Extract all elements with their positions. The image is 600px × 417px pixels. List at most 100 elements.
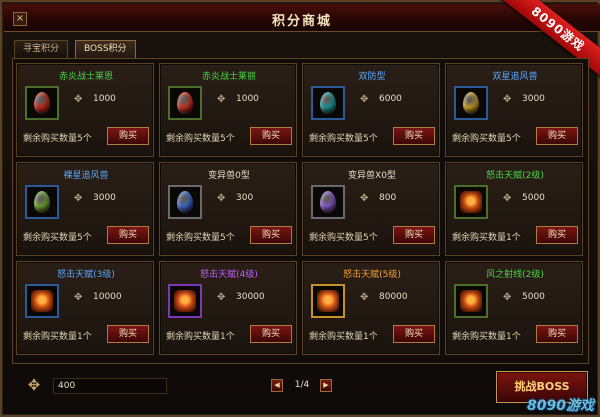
points-balance: 400 [53,378,167,394]
teal-egg-icon [320,92,336,114]
item-card: 裸星追风兽 ✥ 3000 剩余购买数量5个 购买 [16,162,154,256]
point-emblem-icon: ✥ [360,94,369,105]
item-card: 赤炎战士莱恩 ✥ 1000 剩余购买数量5个 购买 [16,63,154,157]
remaining-quantity: 剩余购买数量5个 [309,233,378,243]
blue-egg-icon [177,191,193,213]
tab-boss-points[interactable]: BOSS积分 [75,40,136,58]
green-egg-icon [34,191,50,213]
page-indicator: 1/4 [294,380,310,390]
item-name: 赤炎战士莱恩 [58,72,113,82]
item-name: 风之射线(2级) [486,270,544,280]
buy-button[interactable]: 购买 [536,226,578,244]
item-card: 怒击天赋(5级) ✥ 80000 剩余购买数量1个 购买 [302,261,440,355]
rage-rune-icon [31,290,53,312]
buy-button[interactable]: 购买 [107,127,149,145]
watermark-logo: 8090游戏 [527,398,594,414]
buy-button[interactable]: 购买 [536,325,578,343]
item-slot[interactable] [168,284,202,318]
buy-button[interactable]: 购买 [393,127,435,145]
item-price: 300 [236,193,254,203]
item-slot[interactable] [454,86,488,120]
item-price: 10000 [93,292,122,302]
red-egg-icon [34,92,50,114]
point-emblem-icon: ✥ [503,94,512,105]
item-name: 双防型 [358,72,386,82]
point-emblem-icon: ✥ [217,94,226,105]
item-card: 怒击天赋(4级) ✥ 30000 剩余购买数量1个 购买 [159,261,297,355]
item-name: 怒击天赋(3级) [57,270,115,280]
buy-button[interactable]: 购买 [393,325,435,343]
item-card: 风之射线(2级) ✥ 5000 剩余购买数量1个 购买 [445,261,583,355]
item-name: 赤炎战士莱丽 [201,72,256,82]
item-name: 双星追风兽 [492,72,538,82]
item-price: 3000 [93,193,116,203]
wind-rune-icon [460,290,482,312]
remaining-quantity: 剩余购买数量1个 [166,332,235,342]
remaining-quantity: 剩余购买数量1个 [452,233,521,243]
item-price: 3000 [522,94,545,104]
point-emblem-icon: ✥ [360,292,369,303]
prev-page-button[interactable]: ◀ [271,379,283,392]
item-slot[interactable] [168,185,202,219]
item-price: 5000 [522,292,545,302]
item-price: 1000 [236,94,259,104]
item-price: 5000 [522,193,545,203]
point-emblem-icon: ✥ [217,193,226,204]
rage-rune-icon [460,191,482,213]
point-emblem-icon: ✥ [360,193,369,204]
remaining-quantity: 剩余购买数量5个 [166,233,235,243]
point-emblem-icon: ✥ [217,292,226,303]
item-slot[interactable] [25,284,59,318]
point-emblem-icon: ✥ [74,193,83,204]
point-emblem-icon: ✥ [503,193,512,204]
remaining-quantity: 剩余购买数量5个 [23,233,92,243]
item-card: 赤炎战士莱丽 ✥ 1000 剩余购买数量5个 购买 [159,63,297,157]
item-slot[interactable] [311,185,345,219]
buy-button[interactable]: 购买 [250,226,292,244]
buy-button[interactable]: 购买 [536,127,578,145]
item-price: 1000 [93,94,116,104]
buy-button[interactable]: 购买 [250,325,292,343]
remaining-quantity: 剩余购买数量1个 [23,332,92,342]
item-slot[interactable] [454,284,488,318]
item-name: 裸星追风兽 [63,171,109,181]
item-card: 变异兽X0型 ✥ 800 剩余购买数量5个 购买 [302,162,440,256]
item-slot[interactable] [25,86,59,120]
remaining-quantity: 剩余购买数量1个 [309,332,378,342]
rage-rune-icon [174,290,196,312]
item-slot[interactable] [168,86,202,120]
item-price: 800 [379,193,397,203]
remaining-quantity: 剩余购买数量5个 [166,134,235,144]
buy-button[interactable]: 购买 [250,127,292,145]
item-slot[interactable] [454,185,488,219]
point-emblem-icon: ✥ [74,292,83,303]
buy-button[interactable]: 购买 [107,325,149,343]
buy-button[interactable]: 购买 [107,226,149,244]
item-slot[interactable] [311,86,345,120]
remaining-quantity: 剩余购买数量1个 [452,332,521,342]
item-price: 30000 [236,292,265,302]
item-name: 怒击天赋(5级) [343,270,401,280]
gold-egg-icon [463,92,479,114]
item-price: 80000 [379,292,408,302]
red-egg-icon [177,92,193,114]
item-card: 变异兽0型 ✥ 300 剩余购买数量5个 购买 [159,162,297,256]
point-emblem-icon: ✥ [74,94,83,105]
remaining-quantity: 剩余购买数量5个 [452,134,521,144]
item-slot[interactable] [311,284,345,318]
remaining-quantity: 剩余购买数量5个 [23,134,92,144]
item-card: 双星追风兽 ✥ 3000 剩余购买数量5个 购买 [445,63,583,157]
item-card: 怒击天赋(3级) ✥ 10000 剩余购买数量1个 购买 [16,261,154,355]
item-name: 怒击天赋(2级) [486,171,544,181]
purple-egg-icon [320,191,336,213]
next-page-button[interactable]: ▶ [320,379,332,392]
tab-treasure-points[interactable]: 寻宝积分 [14,40,69,58]
point-emblem-icon: ✥ [503,292,512,303]
item-name: 变异兽X0型 [348,171,396,181]
remaining-quantity: 剩余购买数量5个 [309,134,378,144]
item-name: 怒击天赋(4级) [200,270,258,280]
item-card: 怒击天赋(2级) ✥ 5000 剩余购买数量1个 购买 [445,162,583,256]
buy-button[interactable]: 购买 [393,226,435,244]
item-slot[interactable] [25,185,59,219]
item-card: 双防型 ✥ 6000 剩余购买数量5个 购买 [302,63,440,157]
